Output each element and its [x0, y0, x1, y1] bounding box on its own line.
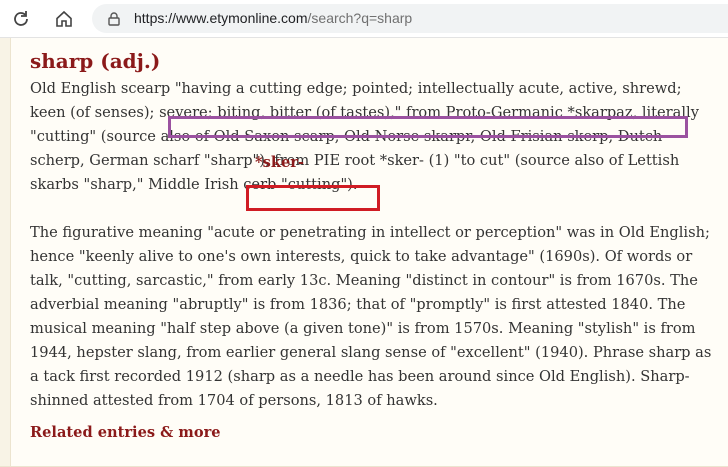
- entry-header: sharp (adj.): [30, 48, 720, 74]
- url-host: https://www.etymonline.com: [134, 10, 308, 26]
- etymology-paragraph-2: The figurative meaning "acute or penetra…: [30, 224, 712, 409]
- highlight-root-box: [246, 185, 380, 211]
- root-link[interactable]: *sker-: [255, 151, 304, 175]
- page-content: sharp (adj.) Old English scearp "having …: [0, 38, 728, 467]
- browser-toolbar: https://www.etymonline.com/search?q=shar…: [0, 0, 728, 38]
- highlight-definition-box: [168, 116, 688, 138]
- address-bar[interactable]: https://www.etymonline.com/search?q=shar…: [92, 4, 728, 33]
- related-entries-link[interactable]: Related entries & more: [30, 424, 221, 441]
- url-text[interactable]: https://www.etymonline.com/search?q=shar…: [134, 10, 412, 26]
- left-rail: [0, 38, 11, 467]
- url-path: /search?q=sharp: [307, 10, 413, 26]
- home-icon[interactable]: [51, 6, 77, 32]
- reload-icon[interactable]: [8, 6, 34, 32]
- lock-icon: [108, 12, 120, 26]
- headword: sharp (adj.): [30, 49, 161, 73]
